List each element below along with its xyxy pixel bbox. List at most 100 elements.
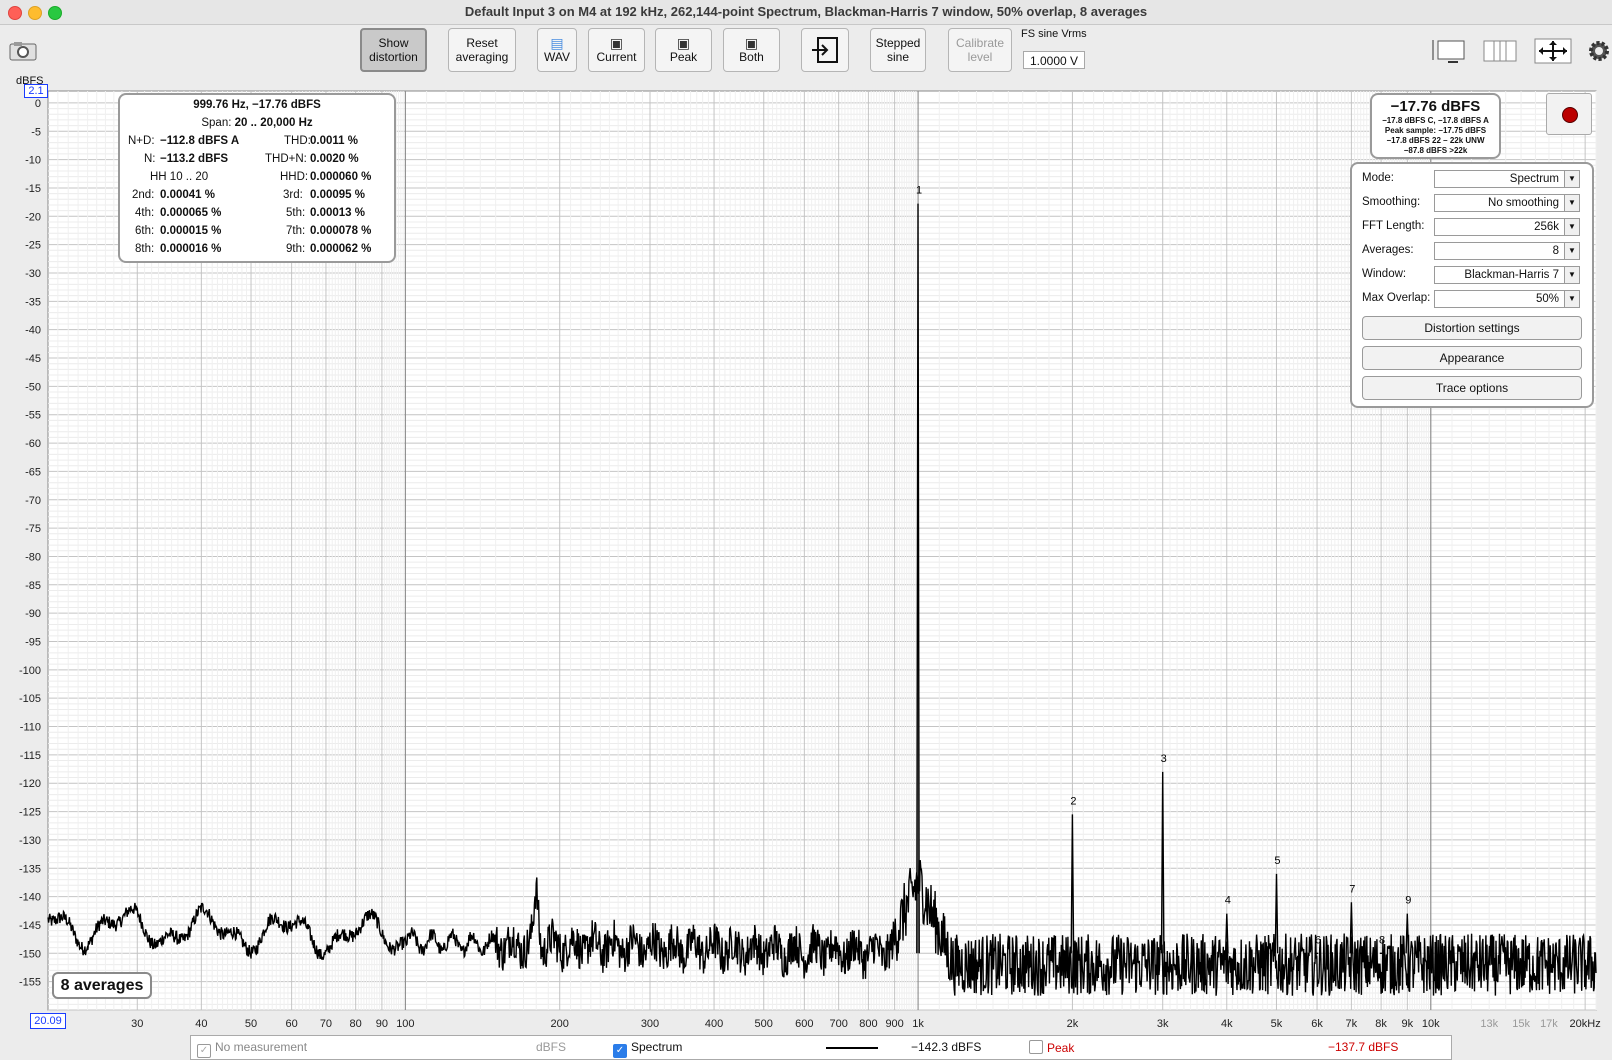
distortion-cell: 4th:: [135, 207, 155, 219]
distortion-cell: −112.8 dBFS A: [160, 135, 240, 147]
resize-vertical-icon[interactable]: [1428, 38, 1468, 64]
x-tick-label: 6k: [1311, 1018, 1323, 1030]
x-tick-label: 800: [859, 1018, 877, 1030]
harmonic-label: 6: [1315, 934, 1321, 946]
control-select[interactable]: 8 ▼: [1434, 242, 1580, 260]
resize-horizontal-icon[interactable]: [1482, 38, 1518, 64]
record-icon: [1562, 107, 1578, 123]
control-select[interactable]: No smoothing ▼: [1434, 194, 1580, 212]
stepped-sine-button[interactable]: Stepped sine: [870, 28, 926, 72]
x-tick-label: 7k: [1346, 1018, 1358, 1030]
legend-peak[interactable]: Peak: [1029, 1040, 1074, 1055]
reset-averaging-button[interactable]: Reset averaging: [448, 28, 516, 72]
calibrate-level-label-2: level: [967, 50, 993, 64]
span-label: Span:: [201, 117, 232, 129]
harmonic-label: 7: [1349, 883, 1355, 895]
distortion-cell: 5th:: [286, 207, 306, 219]
x-tick-label: 500: [755, 1018, 773, 1030]
distortion-settings-button[interactable]: Distortion settings: [1362, 316, 1582, 340]
control-select[interactable]: Blackman-Harris 7 ▼: [1434, 266, 1580, 284]
window-title: Default Input 3 on M4 at 192 kHz, 262,14…: [464, 4, 1148, 19]
fs-sine-input[interactable]: 1.0000 V: [1023, 51, 1085, 69]
distortion-cell: THD+N:: [265, 153, 307, 165]
distortion-row: 6th: 0.000015 % 7th: 0.000078 %: [120, 225, 394, 243]
distortion-row: 4th: 0.000065 % 5th: 0.00013 %: [120, 207, 394, 225]
export-button[interactable]: [801, 28, 849, 72]
control-value: 50%: [1535, 293, 1559, 305]
y-tick-label: -100: [19, 665, 41, 677]
distortion-cell: 0.000016 %: [160, 243, 222, 255]
save-peak-button[interactable]: ▣ Peak: [655, 28, 712, 72]
x-tick-label: 700: [829, 1018, 847, 1030]
x-axis-labels: 30 40 50 60 70 80 90 100 200 300 400 500 600 700 800 90…: [131, 1018, 1601, 1030]
appearance-button[interactable]: Appearance: [1362, 346, 1582, 370]
harmonic-label: 2: [1070, 795, 1076, 807]
calibrate-level-label: Calibrate: [955, 36, 1005, 50]
reset-averaging-label: Reset: [466, 36, 498, 50]
level-line-3: −17.8 dBFS 22 – 22k UNW: [1386, 136, 1485, 145]
both-label: Both: [739, 50, 764, 64]
show-distortion-button[interactable]: Show distortion: [360, 28, 427, 72]
distortion-cell: 2nd:: [132, 189, 155, 201]
distortion-cell: 0.000060 %: [310, 171, 372, 183]
y-tick-label: -115: [20, 750, 41, 762]
peak-value: −137.7 dBFS: [1328, 1040, 1399, 1054]
y-tick-label: -155: [19, 977, 41, 989]
stepped-sine-label: Stepped: [875, 36, 921, 50]
camera-icon[interactable]: [8, 40, 38, 62]
x-tick-label: 400: [705, 1018, 723, 1030]
distortion-row: N+D: −112.8 dBFS A THD: 0.0011 %: [120, 135, 394, 153]
harmonic-label: 5: [1274, 855, 1280, 867]
level-main: −17.76 dBFS: [1390, 98, 1481, 115]
record-button[interactable]: [1546, 93, 1592, 135]
control-select[interactable]: 50% ▼: [1434, 290, 1580, 308]
x-tick-label: 70: [320, 1018, 332, 1030]
y-tick-label: -70: [25, 495, 41, 507]
x-left-marker[interactable]: 20.09: [30, 1013, 66, 1029]
distortion-row: 8th: 0.000016 % 9th: 0.000062 %: [120, 243, 394, 261]
control-select[interactable]: Spectrum ▼: [1434, 170, 1580, 188]
x-tick-label: 50: [245, 1018, 257, 1030]
y-tick-label: -25: [25, 240, 41, 252]
y-tick-label: -5: [31, 126, 41, 138]
dropdown-arrow-icon: ▼: [1564, 243, 1579, 259]
harmonic-label: 9: [1405, 895, 1411, 907]
control-value: No smoothing: [1488, 197, 1559, 209]
control-label: FFT Length:: [1362, 220, 1425, 232]
y-tick-label: 0: [35, 98, 41, 110]
y-tick-label: -90: [25, 608, 41, 620]
control-select[interactable]: 256k ▼: [1434, 218, 1580, 236]
x-tick-label: 9k: [1402, 1018, 1414, 1030]
x-tick-label: 5k: [1271, 1018, 1283, 1030]
distortion-cell: 9th:: [286, 243, 306, 255]
save-icon: ▣: [744, 35, 759, 51]
calibrate-level-button[interactable]: Calibrate level: [948, 28, 1012, 72]
y-axis-labels: 0 -5 -10 -15 -20 -25 -30 -35 -40 -45 -50 -55 -60 -65 -…: [19, 98, 41, 989]
distortion-cell: 0.000065 %: [160, 207, 222, 219]
gear-icon[interactable]: [1588, 40, 1610, 62]
level-panel: −17.76 dBFS −17.8 dBFS C, −17.8 dBFS A P…: [1370, 93, 1501, 159]
level-line-2: Peak sample: −17.75 dBFS: [1384, 126, 1487, 135]
harmonic-label: 1: [916, 185, 922, 197]
legend-no-measurement[interactable]: ✓ No measurement: [197, 1040, 307, 1058]
distortion-cell: 8th:: [135, 243, 155, 255]
fit-arrows-icon[interactable]: [1534, 38, 1572, 64]
legend-spectrum[interactable]: ✓ Spectrum: [613, 1040, 682, 1058]
x-tick-label: 4k: [1221, 1018, 1233, 1030]
save-icon: ▣: [609, 35, 624, 51]
distortion-cell: 0.000078 %: [310, 225, 372, 237]
save-current-button[interactable]: ▣ Current: [588, 28, 645, 72]
harmonic-label: 3: [1161, 753, 1167, 765]
harmonic-label: 8: [1379, 934, 1385, 946]
save-both-button[interactable]: ▣ Both: [723, 28, 780, 72]
x-tick-label: 900: [885, 1018, 903, 1030]
y-tick-label: -20: [25, 211, 41, 223]
y-tick-label: -15: [25, 183, 41, 195]
wav-button[interactable]: ▤ WAV: [537, 28, 577, 72]
y-tick-label: -85: [25, 580, 41, 592]
control-value: 8: [1552, 245, 1559, 257]
control-label: Max Overlap:: [1362, 292, 1431, 304]
y-tick-label: -80: [25, 551, 41, 563]
trace-options-button[interactable]: Trace options: [1362, 376, 1582, 400]
distortion-panel: 999.76 Hz, −17.76 dBFS Span: 20 .. 20,00…: [118, 93, 396, 263]
